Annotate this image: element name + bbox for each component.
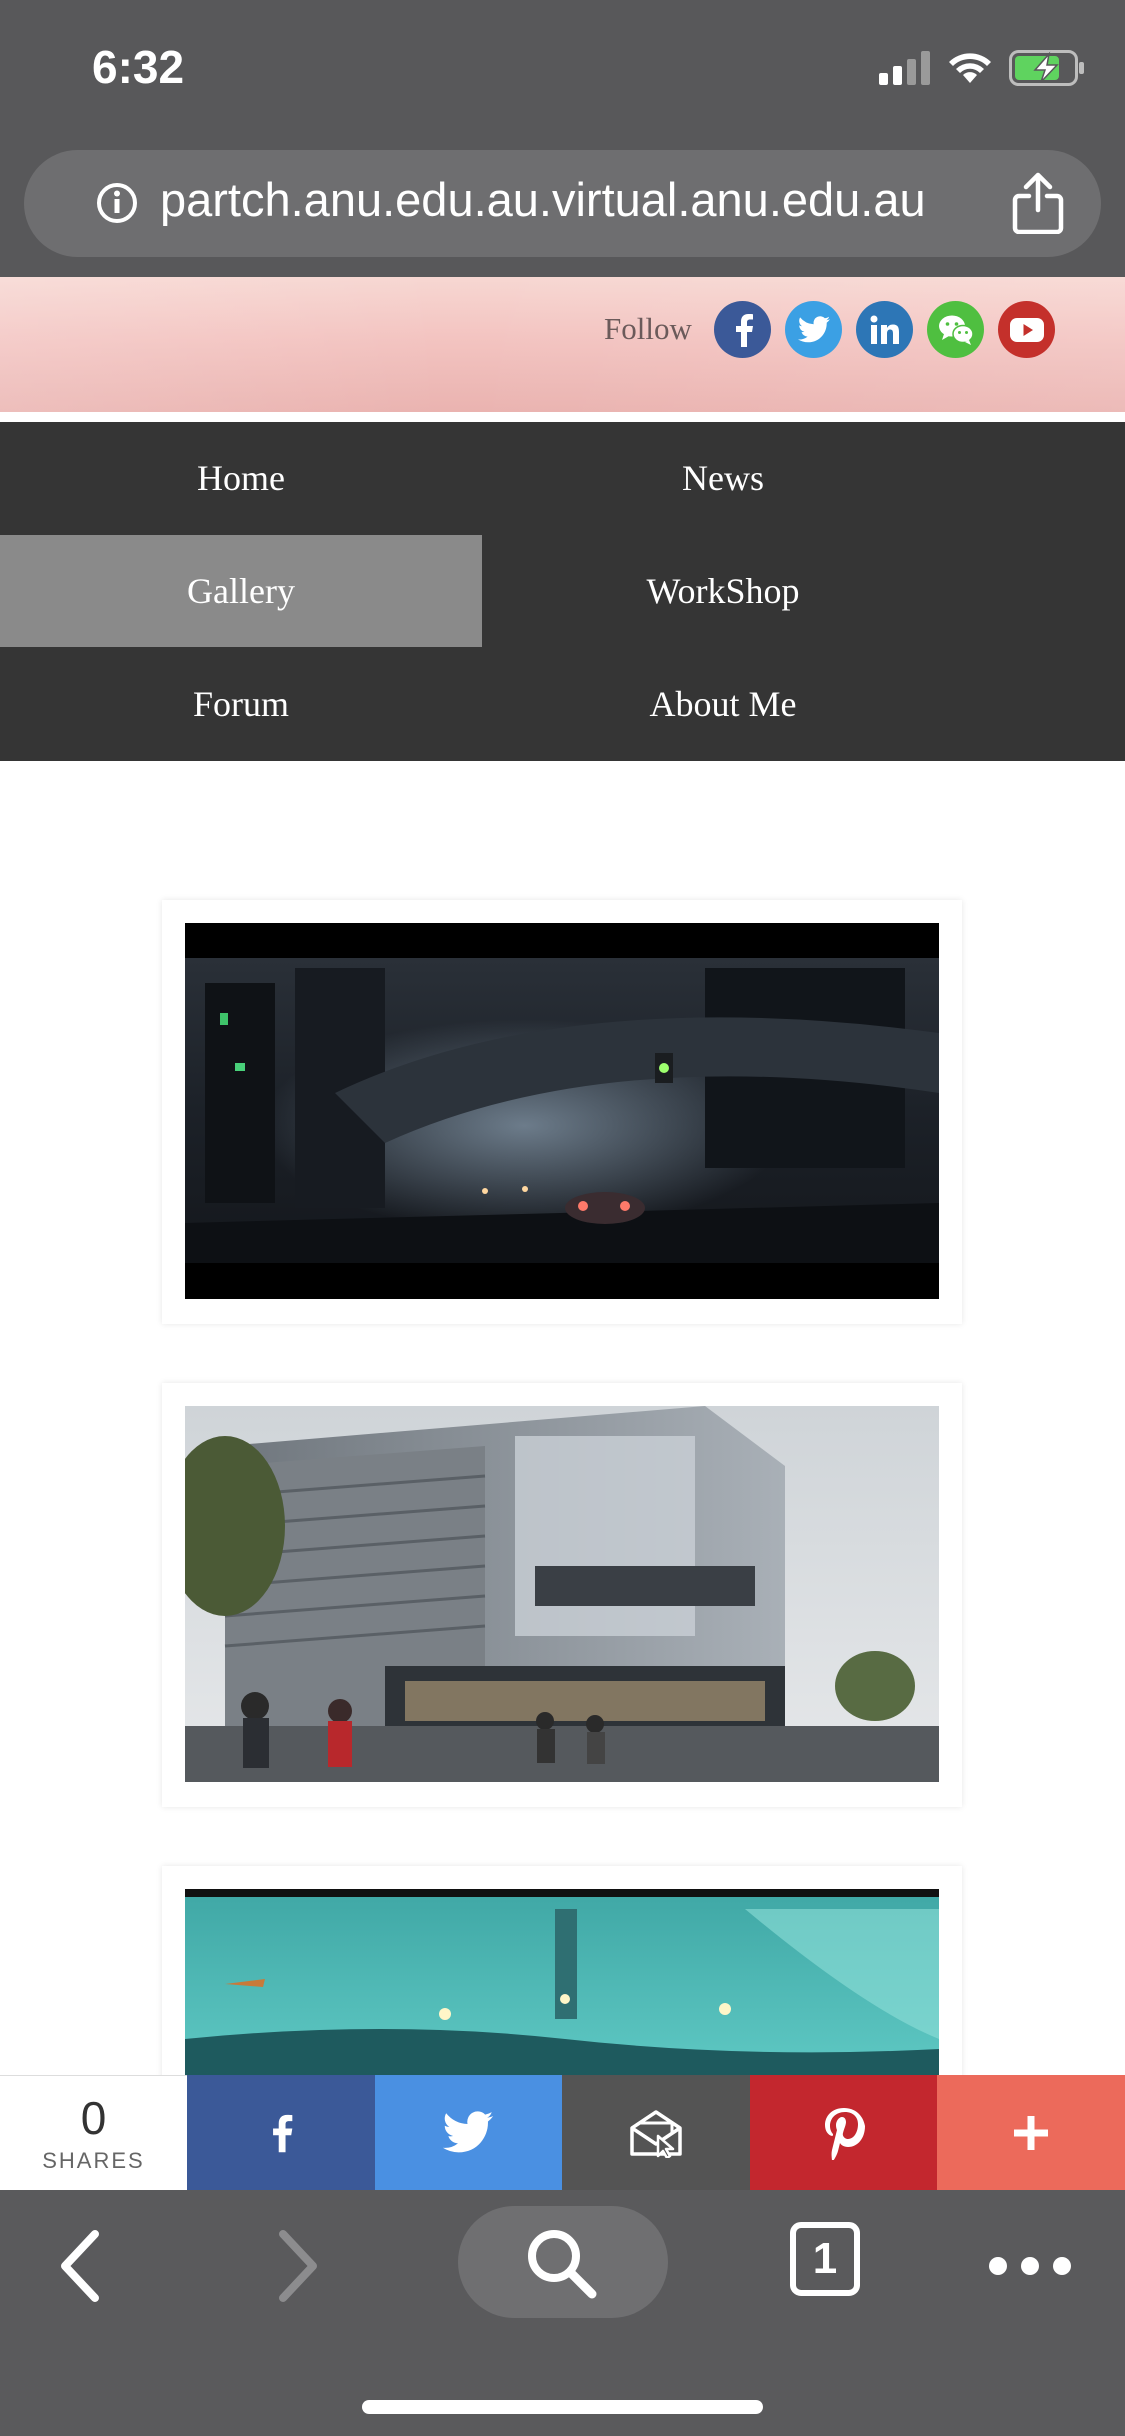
home-indicator[interactable] (362, 2400, 763, 2414)
share-pinterest-button[interactable] (749, 2075, 938, 2190)
share-count-label: SHARES (42, 2147, 145, 2173)
info-icon[interactable] (96, 182, 138, 224)
twitter-icon (443, 2110, 494, 2152)
facebook-icon (272, 2114, 293, 2152)
share-facebook-button[interactable] (187, 2075, 375, 2190)
header-separator (0, 412, 1125, 422)
share-count: 0 (80, 2091, 107, 2144)
site-header-banner: Follow (0, 277, 1125, 412)
night-city-street-image[interactable] (185, 923, 939, 1299)
back-button[interactable] (40, 2226, 120, 2306)
nav-about-me[interactable]: About Me (482, 648, 964, 760)
tab-count: 1 (812, 2234, 838, 2283)
share-email-button[interactable] (562, 2075, 750, 2190)
share-counter: 0 SHARES (0, 2075, 187, 2191)
twitter-icon[interactable] (785, 301, 842, 358)
social-share-bar: 0 SHARES (0, 2075, 1125, 2191)
signal-icon (879, 51, 930, 85)
youtube-icon[interactable] (998, 301, 1055, 358)
share-more-button[interactable] (937, 2075, 1125, 2190)
wechat-icon[interactable] (927, 301, 984, 358)
share-icon[interactable] (1011, 172, 1065, 234)
search-button[interactable] (458, 2206, 668, 2318)
wifi-icon (949, 53, 991, 83)
email-icon (630, 2109, 682, 2158)
linkedin-icon[interactable] (856, 301, 913, 358)
plus-icon (1014, 2115, 1049, 2150)
futuristic-building-image[interactable] (185, 1406, 939, 1782)
nav-forum[interactable]: Forum (0, 648, 482, 760)
social-links (714, 301, 1055, 358)
more-dots-icon (989, 2257, 1071, 2275)
battery-charging-icon (1009, 50, 1084, 86)
tabs-button[interactable]: 1 (784, 2214, 866, 2304)
status-time: 6:32 (92, 41, 185, 93)
nav-home[interactable]: Home (0, 422, 482, 534)
search-icon (528, 2230, 597, 2299)
share-twitter-button[interactable] (374, 2075, 563, 2190)
gallery-card[interactable] (162, 900, 962, 1324)
browser-top-chrome: 6:32 partch.anu.edu.au.virtual.anu.edu.a… (0, 0, 1125, 277)
status-icons (879, 48, 1085, 88)
more-menu-button[interactable] (980, 2226, 1080, 2306)
nav-workshop[interactable]: WorkShop (482, 535, 964, 647)
follow-label: Follow (604, 311, 692, 346)
chevron-left-icon (61, 2230, 99, 2302)
address-bar[interactable]: partch.anu.edu.au.virtual.anu.edu.au (24, 150, 1101, 257)
main-navigation: Home News Gallery WorkShop Forum About M… (0, 422, 1125, 761)
nav-gallery[interactable]: Gallery (0, 535, 482, 647)
chevron-right-icon (279, 2230, 317, 2302)
forward-button[interactable] (258, 2226, 338, 2306)
facebook-icon[interactable] (714, 301, 771, 358)
gallery-card[interactable] (162, 1383, 962, 1807)
url-text[interactable]: partch.anu.edu.au.virtual.anu.edu.au (160, 172, 926, 227)
nav-news[interactable]: News (482, 422, 964, 534)
pinterest-icon (824, 2107, 865, 2160)
